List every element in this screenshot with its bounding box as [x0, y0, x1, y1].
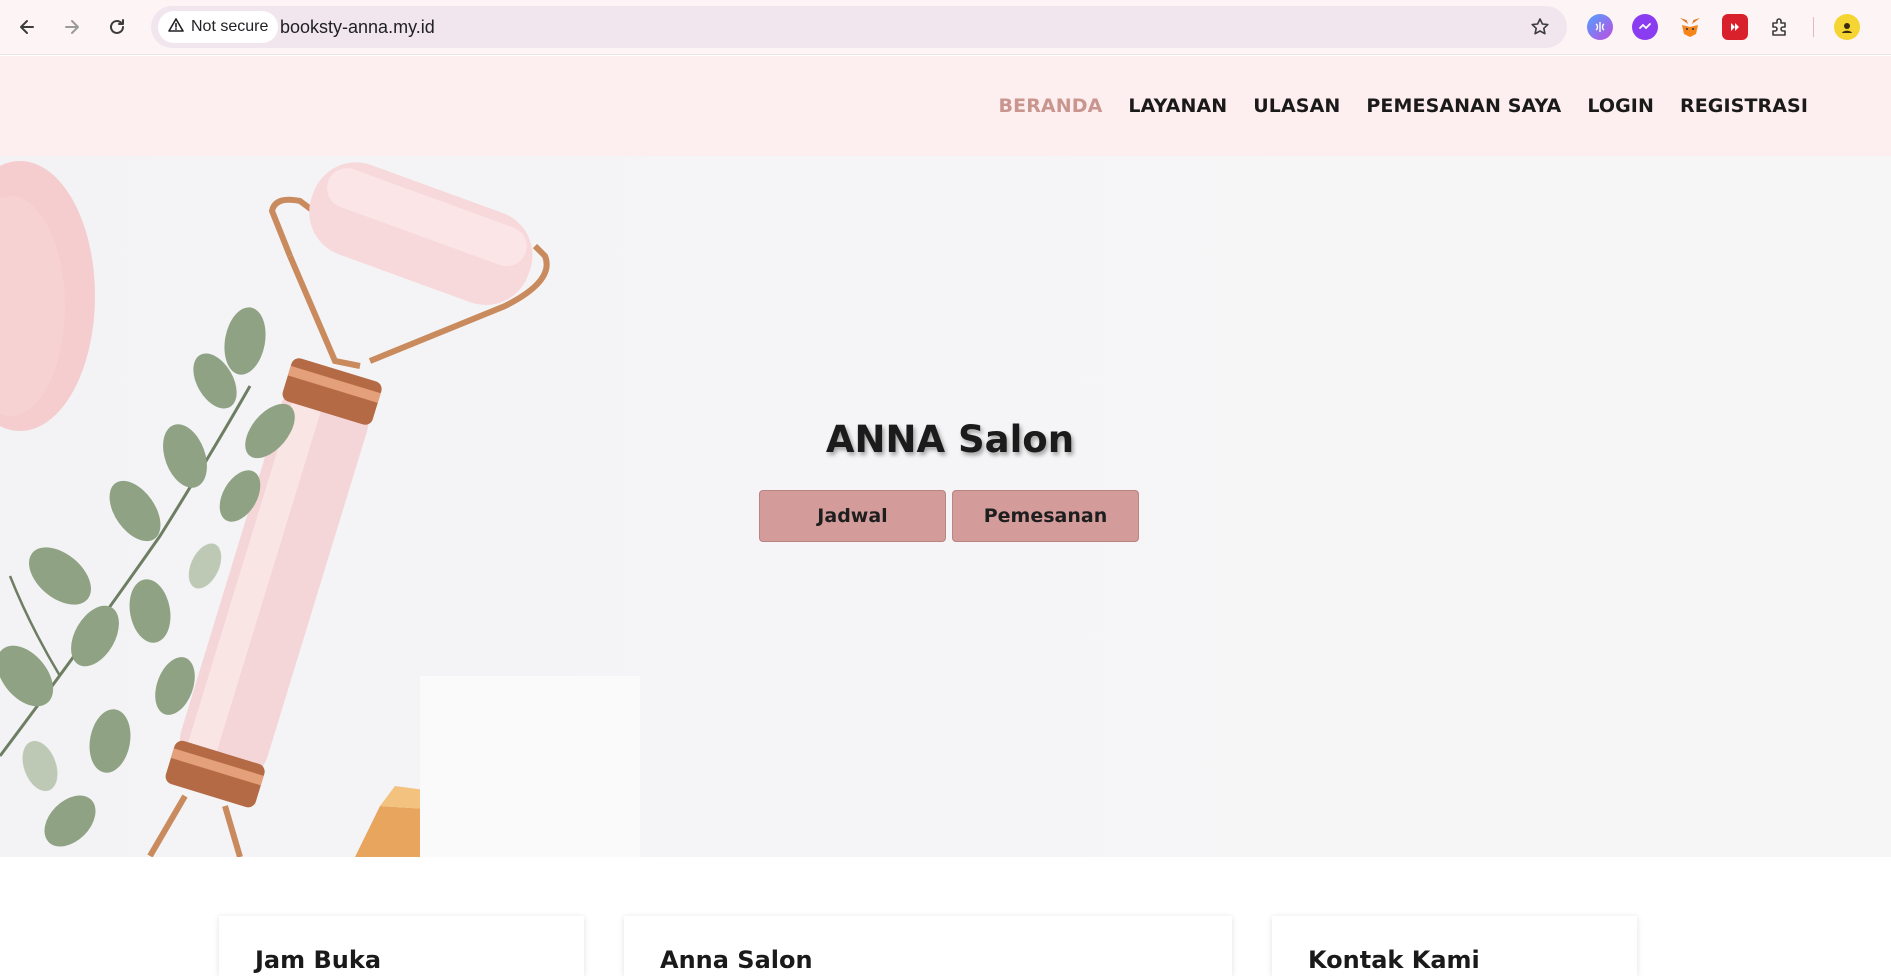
extension-brain-icon[interactable]: [1587, 14, 1613, 40]
card-anna-salon: Anna Salon: [624, 916, 1232, 976]
address-bar[interactable]: Not secure booksty-anna.my.id: [151, 6, 1567, 48]
nav-login[interactable]: LOGIN: [1587, 95, 1654, 117]
hero-background-image: [0, 161, 640, 857]
nav-layanan[interactable]: LAYANAN: [1128, 95, 1227, 117]
extension-play-icon[interactable]: [1722, 14, 1748, 40]
reload-icon[interactable]: [100, 10, 134, 44]
metamask-fox-icon[interactable]: [1677, 14, 1703, 40]
security-label: Not secure: [191, 18, 269, 35]
pemesanan-button[interactable]: Pemesanan: [952, 490, 1139, 542]
nav-registrasi[interactable]: REGISTRASI: [1680, 95, 1808, 117]
browser-toolbar: Not secure booksty-anna.my.id: [0, 0, 1891, 55]
extension-chat-icon[interactable]: [1632, 14, 1658, 40]
main-nav: BERANDA LAYANAN ULASAN PEMESANAN SAYA LO…: [999, 95, 1808, 117]
security-indicator[interactable]: Not secure: [158, 11, 279, 43]
jadwal-button[interactable]: Jadwal: [759, 490, 946, 542]
url-text[interactable]: booksty-anna.my.id: [280, 17, 435, 38]
back-arrow-icon[interactable]: [10, 10, 44, 44]
nav-beranda[interactable]: BERANDA: [999, 95, 1103, 117]
nav-pemesanan-saya[interactable]: PEMESANAN SAYA: [1366, 95, 1561, 117]
card-title: Kontak Kami: [1308, 946, 1480, 974]
puzzle-icon[interactable]: [1767, 14, 1793, 40]
forward-arrow-icon[interactable]: [55, 10, 89, 44]
hero-title: ANNA Salon: [825, 418, 1075, 461]
site-header: BERANDA LAYANAN ULASAN PEMESANAN SAYA LO…: [0, 56, 1891, 156]
star-icon[interactable]: [1527, 14, 1553, 40]
card-title: Anna Salon: [660, 946, 813, 974]
nav-ulasan[interactable]: ULASAN: [1253, 95, 1340, 117]
profile-avatar-icon[interactable]: [1834, 14, 1860, 40]
card-kontak-kami: Kontak Kami: [1272, 916, 1637, 976]
card-title: Jam Buka: [255, 946, 382, 974]
toolbar-divider: [1813, 17, 1814, 37]
warning-triangle-icon: [168, 17, 184, 38]
hero-section: ANNA Salon Jadwal Pemesanan: [0, 156, 1891, 857]
card-jam-buka: Jam Buka: [219, 916, 584, 976]
